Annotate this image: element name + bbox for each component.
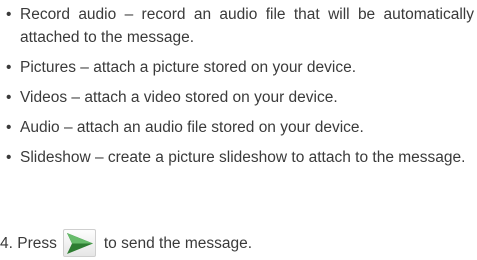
- manual-page: • Record audio – record an audio file th…: [0, 0, 477, 260]
- list-item-pictures: • Pictures – attach a picture stored on …: [6, 56, 474, 79]
- bullet-marker: •: [6, 59, 12, 76]
- bullet-marker: •: [6, 6, 12, 23]
- bullet-marker: •: [6, 89, 12, 106]
- list-item-videos: • Videos – attach a video stored on your…: [6, 86, 474, 109]
- bullet-marker: •: [6, 119, 12, 136]
- send-arrow-icon: [62, 229, 96, 257]
- attachment-options-list: • Record audio – record an audio file th…: [6, 3, 474, 176]
- list-item-audio: • Audio – attach an audio file stored on…: [6, 116, 474, 139]
- list-item-slideshow: • Slideshow – create a picture slideshow…: [6, 146, 474, 169]
- send-arrow-icon-glyph: [66, 233, 93, 254]
- list-item-text: Record audio – record an audio file that…: [20, 6, 474, 46]
- list-item-record-audio: • Record audio – record an audio file th…: [6, 3, 474, 49]
- list-item-text: Slideshow – create a picture slideshow t…: [20, 149, 466, 166]
- list-item-text: Pictures – attach a picture stored on yo…: [20, 59, 357, 76]
- list-item-text: Videos – attach a video stored on your d…: [20, 89, 338, 106]
- step-suffix: to send the message.: [103, 234, 253, 252]
- list-item-text: Audio – attach an audio file stored on y…: [20, 119, 364, 136]
- step-prefix: 4. Press: [0, 234, 57, 252]
- step-send-message: 4. Press to send the message.: [0, 229, 252, 257]
- bullet-marker: •: [6, 149, 12, 166]
